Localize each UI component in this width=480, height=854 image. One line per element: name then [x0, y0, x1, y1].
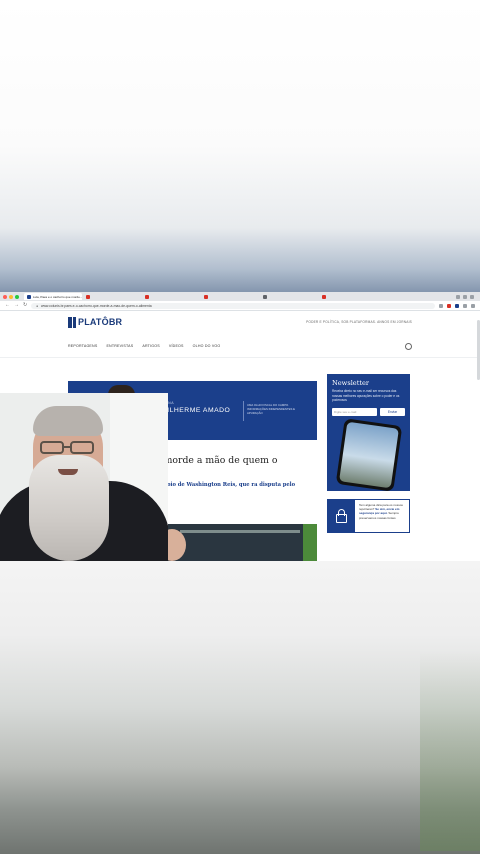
tip-card-icon-box — [328, 500, 355, 532]
nav-videos[interactable]: VÍDEOS — [169, 344, 184, 348]
tab-title: Lula, Paes e o cachorro que morde... — [33, 294, 82, 299]
tab-favicon-icon — [204, 294, 208, 299]
browser-tab[interactable] — [201, 293, 259, 300]
browser-tab[interactable] — [142, 293, 200, 300]
platobr-logo-icon[interactable] — [68, 316, 76, 328]
banner-divider — [243, 401, 244, 421]
extension-icon[interactable] — [447, 303, 451, 308]
browser-tab[interactable] — [319, 293, 377, 300]
tip-card-text: Tem alguma dica para os nossos repórtere… — [359, 503, 403, 520]
minimize-icon[interactable] — [456, 294, 460, 299]
restore-icon[interactable] — [463, 294, 467, 299]
extension-icon[interactable] — [455, 303, 459, 308]
browser-address-bar: ← → ↻ ● www.colunis.br.paes.e-o-cachorro… — [0, 301, 480, 311]
tab-favicon-icon — [86, 294, 90, 299]
header-tagline: PODER E POLÍTICA, SOB PLATAFORMAS. ANNOS… — [306, 320, 412, 324]
menu-icon[interactable] — [471, 303, 475, 308]
banner-description: UMA OLHO FISCAL DO CAMPO. INFORMAÇÕES IN… — [247, 403, 296, 415]
nav-entrevistas[interactable]: ENTREVISTAS — [106, 344, 133, 348]
newsletter-submit-button[interactable]: Enviar — [380, 408, 405, 416]
back-icon[interactable]: ← — [5, 303, 10, 308]
blurred-background-top — [0, 0, 480, 292]
browser-tab[interactable]: Lula, Paes e o cachorro que morde... — [24, 293, 82, 300]
reload-icon[interactable]: ↻ — [23, 303, 27, 308]
newsletter-email-input[interactable]: Digite seu e-mail — [332, 408, 377, 416]
padlock-icon — [336, 509, 347, 523]
close-icon[interactable] — [470, 294, 474, 299]
tab-favicon-icon — [322, 294, 326, 299]
minimize-window-dot[interactable] — [9, 294, 13, 299]
newsletter-box: Newsletter Receba direto no seu e-mail s… — [327, 374, 410, 491]
browser-tab[interactable] — [260, 293, 318, 300]
browser-tab[interactable] — [83, 293, 141, 300]
window-controls — [456, 294, 480, 299]
nav-reportagens[interactable]: REPORTAGENS — [68, 344, 97, 348]
nav-olho-do-voo[interactable]: OLHO DO VOO — [193, 344, 221, 348]
site-nav: REPORTAGENS ENTREVISTAS ARTIGOS VÍDEOS O… — [68, 342, 412, 350]
article-photo — [150, 524, 317, 561]
url-text: www.colunis.br.paes.e-o-cachorro-que-mor… — [41, 303, 152, 308]
forward-icon[interactable]: → — [14, 303, 19, 308]
maximize-window-dot[interactable] — [15, 294, 19, 299]
tab-favicon-icon — [145, 294, 149, 299]
profile-icon[interactable] — [463, 303, 467, 308]
newsletter-text: Receba direto no seu e-mail ser recursos… — [332, 389, 400, 402]
phone-image — [335, 418, 403, 491]
url-field[interactable]: ● www.colunis.br.paes.e-o-cachorro-que-m… — [31, 302, 435, 309]
nav-artigos[interactable]: ARTIGOS — [142, 344, 160, 348]
newsletter-title: Newsletter — [332, 379, 370, 387]
webcam-overlay — [0, 393, 168, 561]
browser-tab-bar: Lula, Paes e o cachorro que morde... — [0, 292, 480, 301]
blurred-background-bottom — [0, 561, 480, 854]
nav-divider — [0, 357, 480, 358]
site-header: PLATÔBR PODER E POLÍTICA, SOB PLATAFORMA… — [68, 316, 412, 328]
tab-favicon-icon — [27, 294, 31, 299]
site-logo[interactable]: PLATÔBR — [78, 317, 122, 327]
tab-favicon-icon — [263, 294, 267, 299]
search-icon[interactable] — [405, 342, 412, 350]
bookmark-icon[interactable] — [439, 303, 443, 308]
close-window-dot[interactable] — [3, 294, 7, 299]
tip-card[interactable]: Tem alguma dica para os nossos repórtere… — [327, 499, 410, 533]
lock-icon: ● — [36, 303, 39, 308]
